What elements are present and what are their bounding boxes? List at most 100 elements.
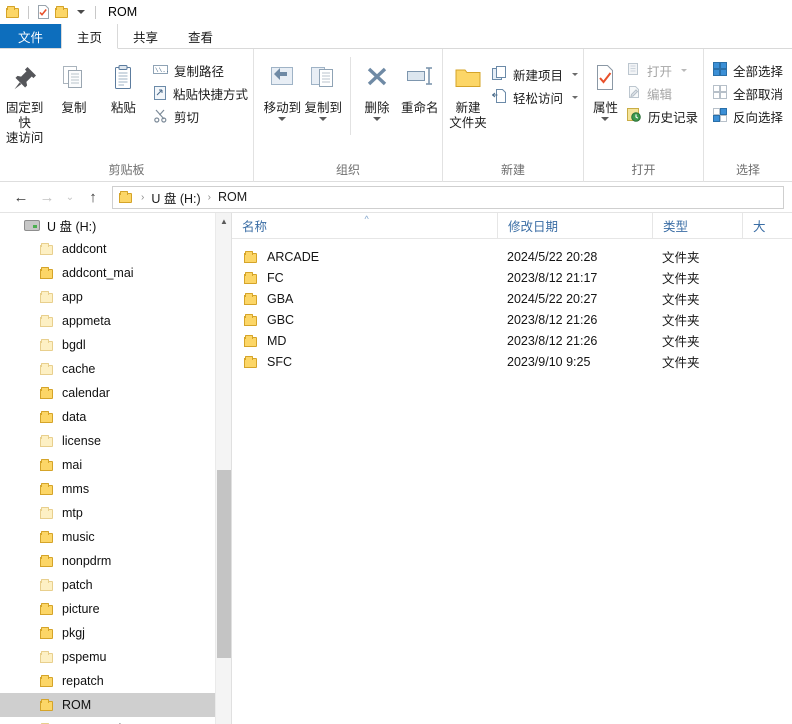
qat-folder-icon-2[interactable]: [55, 6, 70, 18]
scissors-icon: [153, 108, 168, 126]
paste-shortcut-button[interactable]: 粘贴快捷方式: [148, 82, 253, 105]
properties-chevron-down-icon[interactable]: [601, 117, 610, 121]
qat-properties-icon[interactable]: [36, 5, 51, 19]
cut-button[interactable]: 剪切: [148, 105, 253, 128]
tree-item-rom[interactable]: ROM: [0, 693, 231, 717]
copy-icon: [59, 59, 89, 97]
copy-to-button[interactable]: 复制到: [303, 53, 344, 121]
sort-ascending-icon: ^: [364, 213, 369, 224]
tree-item-data[interactable]: data: [0, 405, 231, 429]
file-name-label: FC: [267, 270, 284, 285]
history-button[interactable]: 历史记录: [622, 105, 703, 128]
folder-icon: [244, 250, 259, 263]
tree-item-bgdl[interactable]: bgdl: [0, 333, 231, 357]
copy-button[interactable]: 复制: [49, 53, 98, 116]
nav-pane-scroll-thumb[interactable]: [217, 470, 231, 658]
properties-button[interactable]: 属性: [589, 53, 622, 121]
tree-item-app[interactable]: app: [0, 285, 231, 309]
move-to-button[interactable]: 移动到: [262, 53, 303, 121]
tree-item-picture[interactable]: picture: [0, 597, 231, 621]
paste-button[interactable]: 粘贴: [99, 53, 148, 116]
invert-selection-icon: [713, 108, 727, 125]
file-name-cell: GBA: [232, 292, 497, 306]
tree-item-mtp[interactable]: mtp: [0, 501, 231, 525]
qat-folder-icon[interactable]: [6, 6, 21, 18]
file-date-cell: 2023/9/10 9:25: [507, 354, 591, 369]
copy-to-chevron-down-icon[interactable]: [319, 117, 328, 121]
delete-button[interactable]: 删除: [357, 53, 398, 121]
tree-item-sceiotrash[interactable]: SceIoTrash: [0, 717, 231, 724]
scroll-down-arrow-icon[interactable]: ▼: [216, 720, 231, 724]
up-arrow-icon[interactable]: ↑: [80, 185, 106, 209]
select-small-buttons: 全部选择 全部取消 反向选择: [708, 53, 788, 128]
open-button[interactable]: 打开: [622, 59, 703, 82]
easy-access-chevron-down-icon[interactable]: [572, 96, 578, 99]
tree-item-repatch[interactable]: repatch: [0, 669, 231, 693]
tree-item-pkgj[interactable]: pkgj: [0, 621, 231, 645]
table-row[interactable]: GBC 2023/8/12 21:26 文件夹: [232, 309, 792, 330]
invert-selection-label: 反向选择: [733, 111, 784, 125]
forward-arrow-icon[interactable]: →: [34, 185, 60, 209]
recent-locations-icon[interactable]: ⌄: [60, 185, 80, 209]
tab-file[interactable]: 文件: [0, 24, 62, 48]
new-folder-label-1: 新建: [455, 101, 481, 115]
tree-item-music[interactable]: music: [0, 525, 231, 549]
tree-item-label: mtp: [62, 506, 83, 520]
tree-item-mai[interactable]: mai: [0, 453, 231, 477]
pin-to-quick-access-button[interactable]: 固定到快 速访问: [0, 53, 49, 146]
invert-selection-button[interactable]: 反向选择: [708, 105, 788, 128]
tree-item-nonpdrm[interactable]: nonpdrm: [0, 549, 231, 573]
tree-item-mms[interactable]: mms: [0, 477, 231, 501]
navigation-pane: U 盘 (H:) addcont addcont_mai app appmeta bgd…: [0, 213, 232, 724]
nav-pane-scrollbar[interactable]: ▲ ▼: [215, 213, 231, 724]
folder-icon: [40, 483, 55, 495]
new-folder-button[interactable]: 新建 文件夹: [449, 53, 487, 131]
tree-item-license[interactable]: license: [0, 429, 231, 453]
table-row[interactable]: FC 2023/8/12 21:17 文件夹: [232, 267, 792, 288]
file-name-cell: SFC: [232, 355, 497, 369]
tree-item-label: mms: [62, 482, 90, 496]
table-row[interactable]: GBA 2024/5/22 20:27 文件夹: [232, 288, 792, 309]
tree-item-addcont_mai[interactable]: addcont_mai: [0, 261, 231, 285]
delete-icon: [362, 59, 392, 97]
tab-share[interactable]: 共享: [118, 24, 173, 48]
new-item-button[interactable]: 新建项目: [487, 63, 583, 86]
rename-button[interactable]: 重命名: [397, 53, 442, 116]
tree-item-appmeta[interactable]: appmeta: [0, 309, 231, 333]
table-row[interactable]: MD 2023/8/12 21:26 文件夹: [232, 330, 792, 351]
select-all-button[interactable]: 全部选择: [708, 59, 788, 82]
breadcrumb-item-rom[interactable]: ROM: [218, 190, 247, 204]
breadcrumb-item-drive[interactable]: U 盘 (H:): [151, 188, 200, 207]
file-rows: ARCADE 2024/5/22 20:28 文件夹 FC 2023/8/12 21:1…: [232, 239, 792, 372]
edit-button[interactable]: 编辑: [622, 82, 703, 105]
column-header-date-modified[interactable]: 修改日期: [497, 213, 652, 239]
tree-item-cache[interactable]: cache: [0, 357, 231, 381]
delete-chevron-down-icon[interactable]: [373, 117, 382, 121]
folder-icon: [40, 243, 55, 255]
breadcrumb[interactable]: › U 盘 (H:) › ROM: [112, 185, 784, 209]
easy-access-button[interactable]: 轻松访问: [487, 86, 583, 109]
select-none-button[interactable]: 全部取消: [708, 82, 788, 105]
tree-item-addcont[interactable]: addcont: [0, 237, 231, 261]
tree-item-drive[interactable]: U 盘 (H:): [0, 213, 231, 237]
scroll-up-arrow-icon[interactable]: ▲: [216, 213, 231, 229]
new-item-chevron-down-icon[interactable]: [572, 73, 578, 76]
back-arrow-icon[interactable]: ←: [8, 185, 34, 209]
tree-item-patch[interactable]: patch: [0, 573, 231, 597]
open-chevron-down-icon[interactable]: [681, 69, 687, 72]
move-to-chevron-down-icon[interactable]: [278, 117, 287, 121]
tree-item-pspemu[interactable]: pspemu: [0, 645, 231, 669]
tab-home[interactable]: 主页: [61, 24, 119, 49]
column-header-type[interactable]: 类型: [652, 213, 742, 239]
tree-item-calendar[interactable]: calendar: [0, 381, 231, 405]
svg-text:\\...: \\...: [155, 67, 168, 74]
copy-path-button[interactable]: \\... 复制路径: [148, 59, 253, 82]
tab-view[interactable]: 查看: [173, 24, 228, 48]
folder-icon: [244, 355, 259, 368]
column-header-name[interactable]: ^ 名称: [232, 213, 497, 239]
qat-customize-chevron-down-icon[interactable]: [77, 10, 85, 14]
qat-separator: [28, 5, 29, 19]
column-header-size[interactable]: 大: [742, 213, 782, 239]
table-row[interactable]: ARCADE 2024/5/22 20:28 文件夹: [232, 246, 792, 267]
table-row[interactable]: SFC 2023/9/10 9:25 文件夹: [232, 351, 792, 372]
